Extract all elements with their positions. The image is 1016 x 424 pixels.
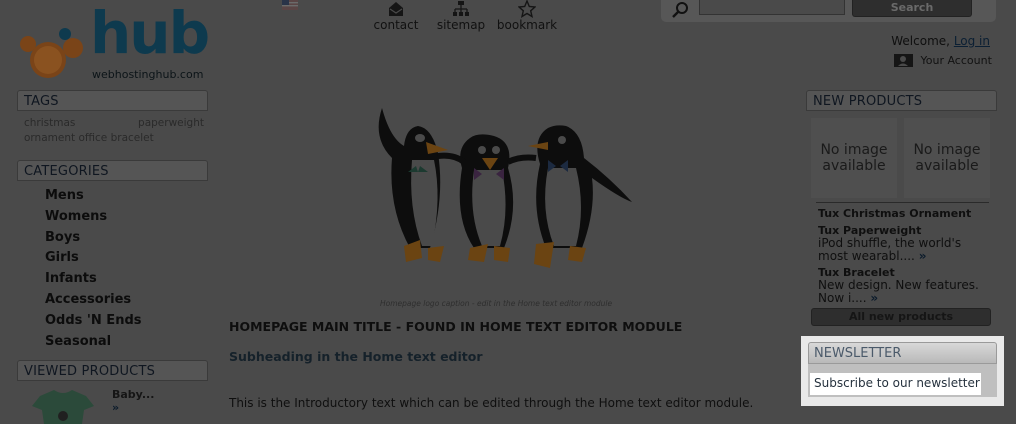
viewed-products-header: VIEWED PRODUCTS [17,360,208,381]
site-logo[interactable]: hub webhostinghub.com [18,4,218,82]
tag-ornament[interactable]: ornament [24,132,75,144]
sitemap-label: sitemap [436,18,486,32]
category-mens[interactable]: Mens [45,186,142,207]
intro-text: This is the Introductory text which can … [229,396,754,410]
category-accessories[interactable]: Accessories [45,290,142,311]
viewed-product-name: Baby... [112,388,155,401]
category-girls[interactable]: Girls [45,248,142,269]
tag-bracelet[interactable]: bracelet [111,132,154,144]
product-image-placeholder-1[interactable]: No image available [811,118,897,198]
sitemap-icon [453,1,469,16]
product-title-tux-ornament[interactable]: Tux Christmas Ornament [818,207,971,220]
newsletter-header: NEWSLETTER [808,342,997,364]
viewed-product-item[interactable]: Baby... » [112,388,154,414]
login-link[interactable]: Log in [954,34,990,48]
categories-header: CATEGORIES [17,160,208,181]
tag-cloud: christmas paperweight ornament office br… [24,116,204,146]
your-account-label: Your Account [920,54,992,67]
more-arrow-bracelet[interactable]: » [870,291,878,305]
tag-office[interactable]: office [78,132,107,144]
search-icon[interactable] [671,1,691,19]
viewed-product-arrow[interactable]: » [112,401,154,414]
welcome-text: Welcome, Log in [891,34,990,48]
search-input[interactable] [699,0,845,15]
product-image-placeholder-2[interactable]: No image available [904,118,990,198]
category-womens[interactable]: Womens [45,207,142,228]
search-button[interactable]: Search [852,0,972,17]
subscribe-newsletter-link[interactable]: Subscribe to our newsletter [810,373,981,395]
product-desc-tux-paperweight: iPod shuffle, the world's most wearabl..… [818,236,962,263]
category-list: Mens Womens Boys Girls Infants Accessori… [45,186,142,352]
welcome-label: Welcome, [891,34,950,48]
logo-domain: webhostinghub.com [92,68,204,81]
tag-christmas[interactable]: christmas [24,117,75,129]
all-new-products-button[interactable]: All new products [811,308,991,326]
bookmark-label: bookmark [496,18,558,32]
logo-word: hub [90,0,210,67]
new-products-header: NEW PRODUCTS [806,90,997,111]
contact-link[interactable]: contact [361,0,431,32]
logo-balls-icon [20,28,83,78]
logo-caption: Homepage logo caption - edit in the Home… [380,299,613,308]
product-desc-tux-bracelet: New design. New features. Now i.... [818,278,979,305]
your-account-link[interactable]: Your Account [893,52,992,68]
sitemap-link[interactable]: sitemap [426,0,496,32]
category-seasonal[interactable]: Seasonal [45,332,142,353]
bookmark-link[interactable]: bookmark [492,0,562,32]
category-odds-n-ends[interactable]: Odds 'N Ends [45,311,142,332]
tags-header: TAGS [17,90,208,111]
category-boys[interactable]: Boys [45,228,142,249]
category-infants[interactable]: Infants [45,269,142,290]
page-title: HOMEPAGE MAIN TITLE - FOUND IN HOME TEXT… [229,319,683,334]
baby-shirt-thumbnail[interactable] [22,388,104,424]
product-item-tux-paperweight: Tux Paperweight iPod shuffle, the world'… [818,224,988,263]
divider [816,202,989,203]
page-subheading: Subheading in the Home text editor [229,349,483,364]
product-item-tux-bracelet: Tux Bracelet New design. New features. N… [818,266,988,305]
tag-paperweight[interactable]: paperweight [138,116,204,131]
envelope-icon [389,2,403,16]
us-flag-icon[interactable] [282,0,298,10]
star-icon [518,0,536,18]
contact-label: contact [373,18,419,32]
penguins-illustration [378,108,632,268]
more-arrow-paperweight[interactable]: » [919,249,927,263]
account-icon [894,54,913,67]
